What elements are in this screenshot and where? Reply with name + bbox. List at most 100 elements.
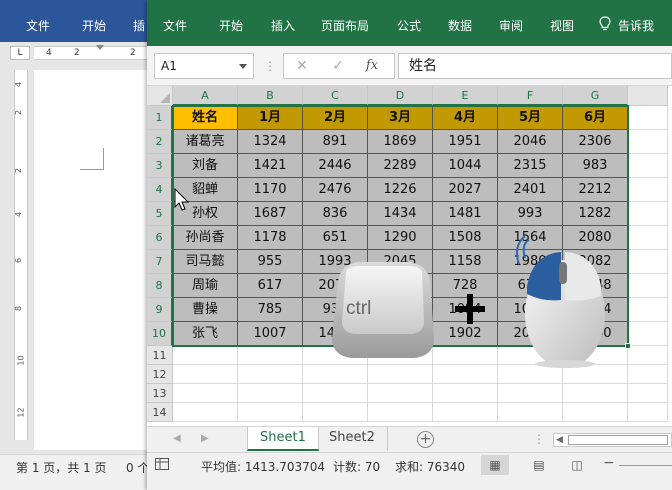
fill-handle[interactable] xyxy=(625,343,631,349)
row-header-9[interactable]: 9 xyxy=(147,298,173,322)
column-header-b[interactable]: B xyxy=(238,86,303,106)
table-cell[interactable]: 1869 xyxy=(368,130,433,154)
formula-bar-grip-icon[interactable]: ⋮ xyxy=(264,58,276,74)
empty-cell[interactable] xyxy=(628,178,668,202)
empty-cell[interactable] xyxy=(563,403,628,422)
word-tab-file[interactable]: 文件 xyxy=(26,17,50,34)
table-cell[interactable]: 2027 xyxy=(433,178,498,202)
table-cell[interactable]: 955 xyxy=(238,250,303,274)
select-all-button[interactable] xyxy=(147,86,173,106)
empty-cell[interactable] xyxy=(173,365,238,384)
empty-cell[interactable] xyxy=(628,274,668,298)
table-cell[interactable]: 诸葛亮 xyxy=(173,130,238,154)
table-cell[interactable]: 1158 xyxy=(433,250,498,274)
empty-cell[interactable] xyxy=(173,403,238,422)
empty-cell[interactable] xyxy=(628,322,668,346)
column-header-a[interactable]: A xyxy=(173,86,238,106)
cancel-button[interactable]: ✕ xyxy=(290,57,314,75)
table-cell[interactable]: 1324 xyxy=(238,130,303,154)
normal-view-button[interactable]: ▦ xyxy=(481,455,509,475)
lightbulb-icon[interactable] xyxy=(599,16,611,32)
row-header-13[interactable]: 13 xyxy=(147,384,173,403)
tab-stop-selector[interactable]: L xyxy=(10,46,30,60)
column-header-f[interactable]: F xyxy=(498,86,563,106)
table-cell[interactable]: 617 xyxy=(238,274,303,298)
table-cell[interactable]: 1007 xyxy=(238,322,303,346)
table-cell[interactable]: 836 xyxy=(303,202,368,226)
table-cell[interactable]: 891 xyxy=(303,130,368,154)
tab-insert[interactable]: 插入 xyxy=(271,17,295,34)
word-tab-insert[interactable]: 插 xyxy=(133,17,145,34)
empty-cell[interactable] xyxy=(628,130,668,154)
table-cell[interactable]: 曹操 xyxy=(173,298,238,322)
zoom-out-button[interactable]: − xyxy=(603,455,615,471)
empty-cell[interactable] xyxy=(238,346,303,365)
enter-button[interactable]: ✓ xyxy=(326,57,350,75)
empty-cell[interactable] xyxy=(303,365,368,384)
tab-data[interactable]: 数据 xyxy=(448,17,472,34)
table-header-cell[interactable]: 5月 xyxy=(498,106,563,130)
document-page[interactable] xyxy=(34,70,150,450)
row-header-8[interactable]: 8 xyxy=(147,274,173,298)
empty-cell[interactable] xyxy=(303,384,368,403)
formula-input[interactable]: 姓名 xyxy=(398,53,672,79)
empty-cell[interactable] xyxy=(433,346,498,365)
table-cell[interactable]: 张飞 xyxy=(173,322,238,346)
empty-cell[interactable] xyxy=(433,403,498,422)
empty-cell[interactable] xyxy=(368,365,433,384)
table-cell[interactable]: 孙尚香 xyxy=(173,226,238,250)
row-header-6[interactable]: 6 xyxy=(147,226,173,250)
tab-page-layout[interactable]: 页面布局 xyxy=(321,17,369,34)
scroll-left-icon[interactable]: ◀ xyxy=(173,433,181,444)
empty-cell[interactable] xyxy=(628,202,668,226)
empty-cell[interactable] xyxy=(368,403,433,422)
column-header-c[interactable]: C xyxy=(303,86,368,106)
empty-cell[interactable] xyxy=(628,250,668,274)
table-cell[interactable]: 周瑜 xyxy=(173,274,238,298)
empty-cell[interactable] xyxy=(498,403,563,422)
cell-mode-icon[interactable] xyxy=(155,458,169,470)
empty-cell[interactable] xyxy=(303,403,368,422)
table-header-cell[interactable]: 4月 xyxy=(433,106,498,130)
column-header-partial[interactable] xyxy=(628,86,668,106)
row-header-3[interactable]: 3 xyxy=(147,154,173,178)
page-layout-view-button[interactable]: ▤ xyxy=(525,455,553,475)
table-cell[interactable]: 983 xyxy=(563,154,628,178)
table-cell[interactable]: 1290 xyxy=(368,226,433,250)
table-header-cell[interactable]: 3月 xyxy=(368,106,433,130)
empty-cell[interactable] xyxy=(238,365,303,384)
empty-cell[interactable] xyxy=(628,346,668,365)
table-cell[interactable]: 1687 xyxy=(238,202,303,226)
tab-home[interactable]: 开始 xyxy=(219,17,243,34)
table-cell[interactable]: 993 xyxy=(498,202,563,226)
row-header-4[interactable]: 4 xyxy=(147,178,173,202)
tell-me-box[interactable]: 告诉我 xyxy=(618,17,654,34)
empty-cell[interactable] xyxy=(173,346,238,365)
table-cell[interactable]: 1951 xyxy=(433,130,498,154)
column-header-g[interactable]: G xyxy=(563,86,628,106)
table-cell[interactable]: 2306 xyxy=(563,130,628,154)
horizontal-ruler[interactable]: 4 2 2 xyxy=(34,45,150,60)
table-cell[interactable]: 1226 xyxy=(368,178,433,202)
row-header-1[interactable]: 1 xyxy=(147,106,173,130)
vertical-ruler[interactable]: 4 2 2 4 6 8 10 12 xyxy=(14,70,28,440)
table-cell[interactable]: 1508 xyxy=(433,226,498,250)
column-header-d[interactable]: D xyxy=(368,86,433,106)
row-header-7[interactable]: 7 xyxy=(147,250,173,274)
scroll-right-icon[interactable]: ▶ xyxy=(201,433,209,444)
empty-cell[interactable] xyxy=(238,384,303,403)
empty-cell[interactable] xyxy=(563,384,628,403)
sheet-tab-sheet1[interactable]: Sheet1 xyxy=(247,427,319,451)
scroll-left-arrow-icon[interactable]: ◀ xyxy=(556,434,563,446)
insert-function-button[interactable]: fx xyxy=(360,57,384,75)
word-count[interactable]: 0 个 xyxy=(126,459,149,476)
row-header-11[interactable]: 11 xyxy=(147,346,173,365)
scrollbar-thumb[interactable] xyxy=(568,435,668,445)
empty-cell[interactable] xyxy=(628,298,668,322)
empty-cell[interactable] xyxy=(628,403,668,422)
table-header-cell[interactable]: 2月 xyxy=(303,106,368,130)
table-header-cell[interactable]: 6月 xyxy=(563,106,628,130)
table-cell[interactable]: 785 xyxy=(238,298,303,322)
page-break-view-button[interactable]: ◫ xyxy=(563,455,591,475)
row-header-14[interactable]: 14 xyxy=(147,403,173,422)
